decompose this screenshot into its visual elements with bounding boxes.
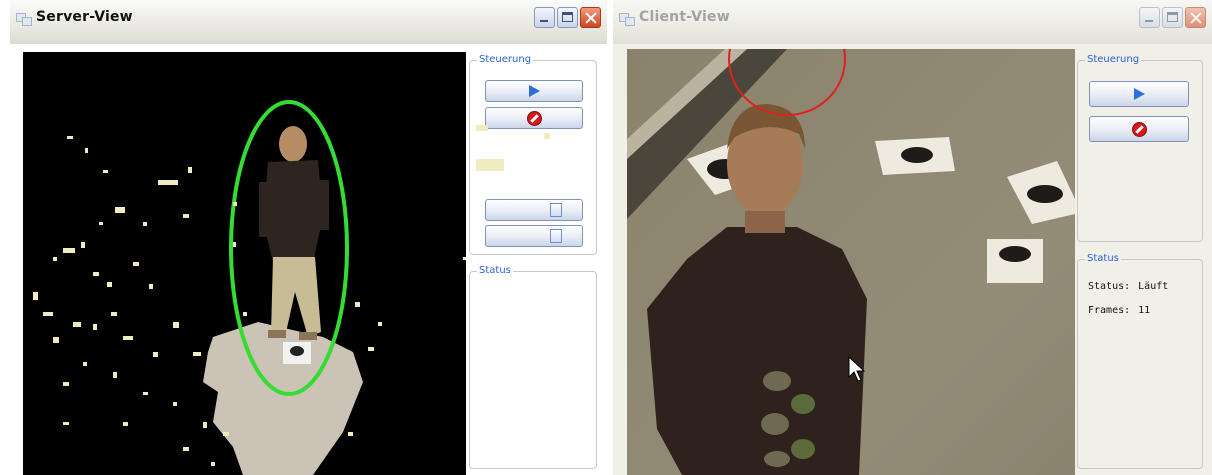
maximize-icon[interactable] [1162,7,1183,28]
client-steuerung-panel: Steuerung [1077,54,1203,242]
server-steuerung-panel: Steuerung [469,54,597,255]
server-play-button[interactable] [485,80,583,102]
server-stop-button[interactable] [485,107,583,129]
server-slider-2[interactable] [485,225,583,247]
server-steuerung-label: Steuerung [477,54,534,66]
close-icon[interactable] [580,7,601,28]
client-stop-button[interactable] [1089,116,1189,142]
client-status-label: Status [1085,253,1121,265]
client-camera-video [627,49,1075,475]
client-window-title: Client-View [639,9,730,25]
server-titlebar[interactable]: Server-View [10,0,607,44]
server-view-window: Server-View Steuerung Status [10,0,607,475]
server-status-panel: Status [469,265,597,469]
maximize-icon[interactable] [557,7,578,28]
server-depth-video [23,52,466,475]
status-value: Läuft [1138,281,1169,292]
floor-marker-dot [290,346,304,356]
play-icon [528,85,540,97]
client-camera-image [627,49,1075,475]
client-view-window: Client-View Steuerung Status Status: Läu… [613,0,1212,475]
client-steuerung-label: Steuerung [1085,54,1142,66]
stop-icon [527,111,541,125]
app-window-icon [16,10,32,26]
glitch-artifact [476,125,488,131]
frames-value: 11 [1138,305,1151,316]
client-status-panel: Status Status: Läuft Frames: 11 [1077,253,1203,469]
status-key: Status: [1088,281,1131,292]
glitch-artifact [476,159,504,171]
server-slider-1[interactable] [485,199,583,221]
play-icon [1133,88,1145,100]
frames-row: Frames: 11 [1088,305,1150,316]
server-depth-image [33,100,466,475]
server-window-title: Server-View [36,9,133,25]
slider-thumb[interactable] [550,203,562,217]
close-icon[interactable] [1185,7,1206,28]
client-titlebar[interactable]: Client-View [613,0,1212,44]
slider-thumb[interactable] [550,229,562,243]
frames-key: Frames: [1088,305,1131,316]
client-play-button[interactable] [1089,81,1189,107]
glitch-artifact [544,133,550,139]
stop-icon [1132,122,1146,136]
minimize-icon[interactable] [1139,7,1160,28]
minimize-icon[interactable] [534,7,555,28]
server-status-label: Status [477,265,513,277]
app-window-icon [619,10,635,26]
status-row: Status: Läuft [1088,281,1168,292]
person-silhouette [259,126,329,340]
